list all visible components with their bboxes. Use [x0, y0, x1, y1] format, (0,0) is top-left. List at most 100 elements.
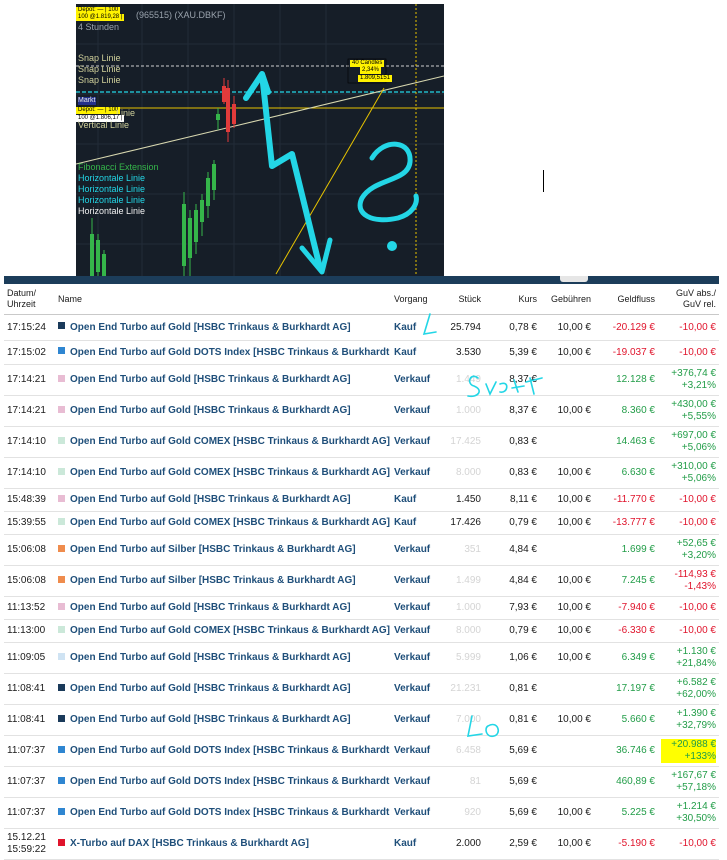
- cell-name[interactable]: Open End Turbo auf Gold COMEX [HSBC Trin…: [55, 511, 391, 535]
- cell-name[interactable]: Open End Turbo auf Gold [HSBC Trinkaus &…: [55, 642, 391, 674]
- price-chart[interactable]: Depot: — | 100 100 @1.819,28 | (965515) …: [76, 4, 444, 276]
- table-row[interactable]: 15.12.21 15:59:22 X-Turbo auf DAX [HSBC T…: [4, 828, 719, 860]
- cell-name[interactable]: Open End Turbo auf Gold DOTS Index [HSBC…: [55, 340, 391, 365]
- horizontal-line-label-4: Horizontale Linie: [78, 206, 146, 216]
- cell-name[interactable]: Open End Turbo auf Gold COMEX [HSBC Trin…: [55, 457, 391, 489]
- instrument-name-link[interactable]: Open End Turbo auf Gold COMEX [HSBC Trin…: [70, 517, 390, 528]
- cell-guv: -10,00 €: [658, 314, 719, 341]
- cell-geldfluss: 7.245 €: [594, 565, 658, 597]
- col-header-geldfluss[interactable]: Geldfluss: [594, 284, 658, 315]
- instrument-name-link[interactable]: Open End Turbo auf Gold DOTS Index [HSBC…: [70, 776, 391, 787]
- cell-guv: +1.390 € +32,79%: [658, 704, 719, 736]
- instrument-name-link[interactable]: Open End Turbo auf Gold [HSBC Trinkaus &…: [70, 374, 351, 385]
- guv-abs: +6.582 €: [676, 677, 716, 688]
- table-row[interactable]: 17:15:02 Open End Turbo auf Gold DOTS Ind…: [4, 340, 719, 365]
- cell-name[interactable]: Open End Turbo auf Gold [HSBC Trinkaus &…: [55, 596, 391, 620]
- guv-abs: +310,00 €: [671, 461, 716, 472]
- instrument-name-link[interactable]: Open End Turbo auf Gold DOTS Index [HSBC…: [70, 347, 391, 358]
- candle-body: [216, 114, 220, 120]
- cell-vorgang: Verkauf: [391, 395, 436, 427]
- col-header-guv[interactable]: GuV abs./ GuV rel.: [658, 284, 719, 315]
- cell-name[interactable]: Open End Turbo auf Gold [HSBC Trinkaus &…: [55, 488, 391, 512]
- instrument-name-link[interactable]: Open End Turbo auf Gold [HSBC Trinkaus &…: [70, 405, 351, 416]
- cell-name[interactable]: Open End Turbo auf Gold DOTS Index [HSBC…: [55, 766, 391, 798]
- instrument-name-link[interactable]: Open End Turbo auf Gold [HSBC Trinkaus &…: [70, 602, 351, 613]
- cell-name[interactable]: Open End Turbo auf Silber [HSBC Trinkaus…: [55, 565, 391, 597]
- instrument-name-link[interactable]: Open End Turbo auf Gold DOTS Index [HSBC…: [70, 745, 391, 756]
- cell-name[interactable]: Open End Turbo auf Gold [HSBC Trinkaus &…: [55, 364, 391, 396]
- guv-abs: +167,67 €: [671, 770, 716, 781]
- cell-kurs: 0,83 €: [484, 457, 540, 489]
- table-row[interactable]: 15:06:08 Open End Turbo auf Silber [HSBC …: [4, 565, 719, 597]
- candle-body: [96, 240, 100, 272]
- cell-vorgang: Kauf: [391, 340, 436, 365]
- table-row[interactable]: 11:08:41 Open End Turbo auf Gold [HSBC Tr…: [4, 704, 719, 736]
- cell-kurs: 4,84 €: [484, 565, 540, 597]
- cell-guv: +697,00 € +5,06%: [658, 426, 719, 458]
- cell-geldfluss: 36.746 €: [594, 735, 658, 767]
- cell-stueck: 21.231: [436, 673, 484, 705]
- table-row[interactable]: 17:14:21 Open End Turbo auf Gold [HSBC Tr…: [4, 395, 719, 427]
- cell-name[interactable]: Open End Turbo auf Gold [HSBC Trinkaus &…: [55, 673, 391, 705]
- col-header-vorgang[interactable]: Vorgang: [391, 284, 436, 315]
- panel-resize-handle[interactable]: [560, 276, 588, 282]
- guv-rel: +21,84%: [676, 658, 716, 669]
- transactions-panel: Datum/ Uhrzeit Name Vorgang Stück Kurs G…: [4, 276, 719, 860]
- cell-name[interactable]: Open End Turbo auf Silber [HSBC Trinkaus…: [55, 534, 391, 566]
- cell-name[interactable]: Open End Turbo auf Gold [HSBC Trinkaus &…: [55, 395, 391, 427]
- cell-guv: -10,00 €: [658, 619, 719, 643]
- cell-name[interactable]: Open End Turbo auf Gold COMEX [HSBC Trin…: [55, 619, 391, 643]
- instrument-name-link[interactable]: Open End Turbo auf Gold DOTS Index [HSBC…: [70, 807, 391, 818]
- table-row[interactable]: 11:07:37 Open End Turbo auf Gold DOTS Ind…: [4, 797, 719, 829]
- cell-name[interactable]: Open End Turbo auf Gold DOTS Index [HSBC…: [55, 797, 391, 829]
- candle-body: [232, 104, 236, 124]
- instrument-name-link[interactable]: Open End Turbo auf Silber [HSBC Trinkaus…: [70, 575, 356, 586]
- table-row[interactable]: 17:14:10 Open End Turbo auf Gold COMEX [H…: [4, 426, 719, 458]
- table-row[interactable]: 11:07:37 Open End Turbo auf Gold DOTS Ind…: [4, 766, 719, 798]
- cell-name[interactable]: Open End Turbo auf Gold COMEX [HSBC Trin…: [55, 426, 391, 458]
- table-row[interactable]: 11:13:52 Open End Turbo auf Gold [HSBC Tr…: [4, 596, 719, 620]
- col-header-datum[interactable]: Datum/ Uhrzeit: [4, 284, 55, 315]
- cell-gebuehren: 10,00 €: [540, 488, 594, 512]
- table-row[interactable]: 15:39:55 Open End Turbo auf Gold COMEX [H…: [4, 511, 719, 535]
- cell-name[interactable]: X-Turbo auf DAX [HSBC Trinkaus & Burkhar…: [55, 828, 391, 860]
- table-row[interactable]: 17:14:21 Open End Turbo auf Gold [HSBC Tr…: [4, 364, 719, 396]
- instrument-name-link[interactable]: X-Turbo auf DAX [HSBC Trinkaus & Burkhar…: [70, 838, 309, 849]
- guv-rel: +3,20%: [681, 550, 716, 561]
- col-header-kurs[interactable]: Kurs: [484, 284, 540, 315]
- cell-name[interactable]: Open End Turbo auf Gold DOTS Index [HSBC…: [55, 735, 391, 767]
- instrument-name-link[interactable]: Open End Turbo auf Gold COMEX [HSBC Trin…: [70, 436, 390, 447]
- cell-datum: 17:14:10: [4, 426, 55, 458]
- cell-name[interactable]: Open End Turbo auf Gold [HSBC Trinkaus &…: [55, 704, 391, 736]
- col-header-gebuehren[interactable]: Gebühren: [540, 284, 594, 315]
- instrument-name-link[interactable]: Open End Turbo auf Gold [HSBC Trinkaus &…: [70, 714, 351, 725]
- cell-datum: 11:08:41: [4, 704, 55, 736]
- cell-datum: 15:39:55: [4, 511, 55, 535]
- table-row[interactable]: 17:14:10 Open End Turbo auf Gold COMEX [H…: [4, 457, 719, 489]
- table-row[interactable]: 11:07:37 Open End Turbo auf Gold DOTS Ind…: [4, 735, 719, 767]
- col-header-stueck[interactable]: Stück: [436, 284, 484, 315]
- table-row[interactable]: 11:08:41 Open End Turbo auf Gold [HSBC Tr…: [4, 673, 719, 705]
- col-header-name[interactable]: Name: [55, 284, 391, 315]
- instrument-name-link[interactable]: Open End Turbo auf Gold COMEX [HSBC Trin…: [70, 467, 390, 478]
- cell-vorgang: Verkauf: [391, 735, 436, 767]
- table-row[interactable]: 15:06:08 Open End Turbo auf Silber [HSBC …: [4, 534, 719, 566]
- table-row[interactable]: 11:13:00 Open End Turbo auf Gold COMEX [H…: [4, 619, 719, 643]
- guv-abs: +697,00 €: [671, 430, 716, 441]
- instrument-name-link[interactable]: Open End Turbo auf Silber [HSBC Trinkaus…: [70, 544, 356, 555]
- table-row[interactable]: 17:15:24 Open End Turbo auf Gold [HSBC Tr…: [4, 314, 719, 341]
- guv-rel: +5,06%: [681, 442, 716, 453]
- instrument-name-link[interactable]: Open End Turbo auf Gold COMEX [HSBC Trin…: [70, 625, 390, 636]
- cell-vorgang: Kauf: [391, 314, 436, 341]
- instrument-name-link[interactable]: Open End Turbo auf Gold [HSBC Trinkaus &…: [70, 494, 351, 505]
- chart-canvas[interactable]: [76, 4, 444, 276]
- guv-abs: -114,93 €: [674, 569, 716, 580]
- instrument-name-link[interactable]: Open End Turbo auf Gold [HSBC Trinkaus &…: [70, 652, 351, 663]
- position-line-label: 100 @1.819,28 |: [76, 14, 125, 21]
- table-row[interactable]: 11:09:05 Open End Turbo auf Gold [HSBC Tr…: [4, 642, 719, 674]
- cell-datum: 11:09:05: [4, 642, 55, 674]
- instrument-name-link[interactable]: Open End Turbo auf Gold [HSBC Trinkaus &…: [70, 683, 351, 694]
- table-row[interactable]: 15:48:39 Open End Turbo auf Gold [HSBC Tr…: [4, 488, 719, 512]
- instrument-name-link[interactable]: Open End Turbo auf Gold [HSBC Trinkaus &…: [70, 322, 351, 333]
- cell-name[interactable]: Open End Turbo auf Gold [HSBC Trinkaus &…: [55, 314, 391, 341]
